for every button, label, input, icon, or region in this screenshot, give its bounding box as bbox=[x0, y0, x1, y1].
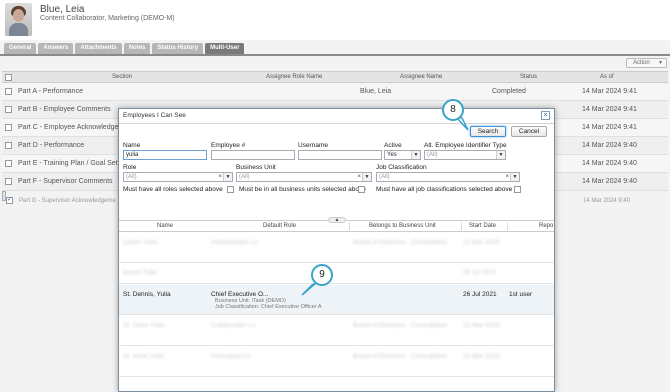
callout-8: 8 bbox=[442, 99, 464, 121]
callout-9: 9 bbox=[311, 264, 333, 286]
callout-pointers bbox=[301, 115, 469, 296]
callout-9-pointer bbox=[301, 282, 317, 296]
